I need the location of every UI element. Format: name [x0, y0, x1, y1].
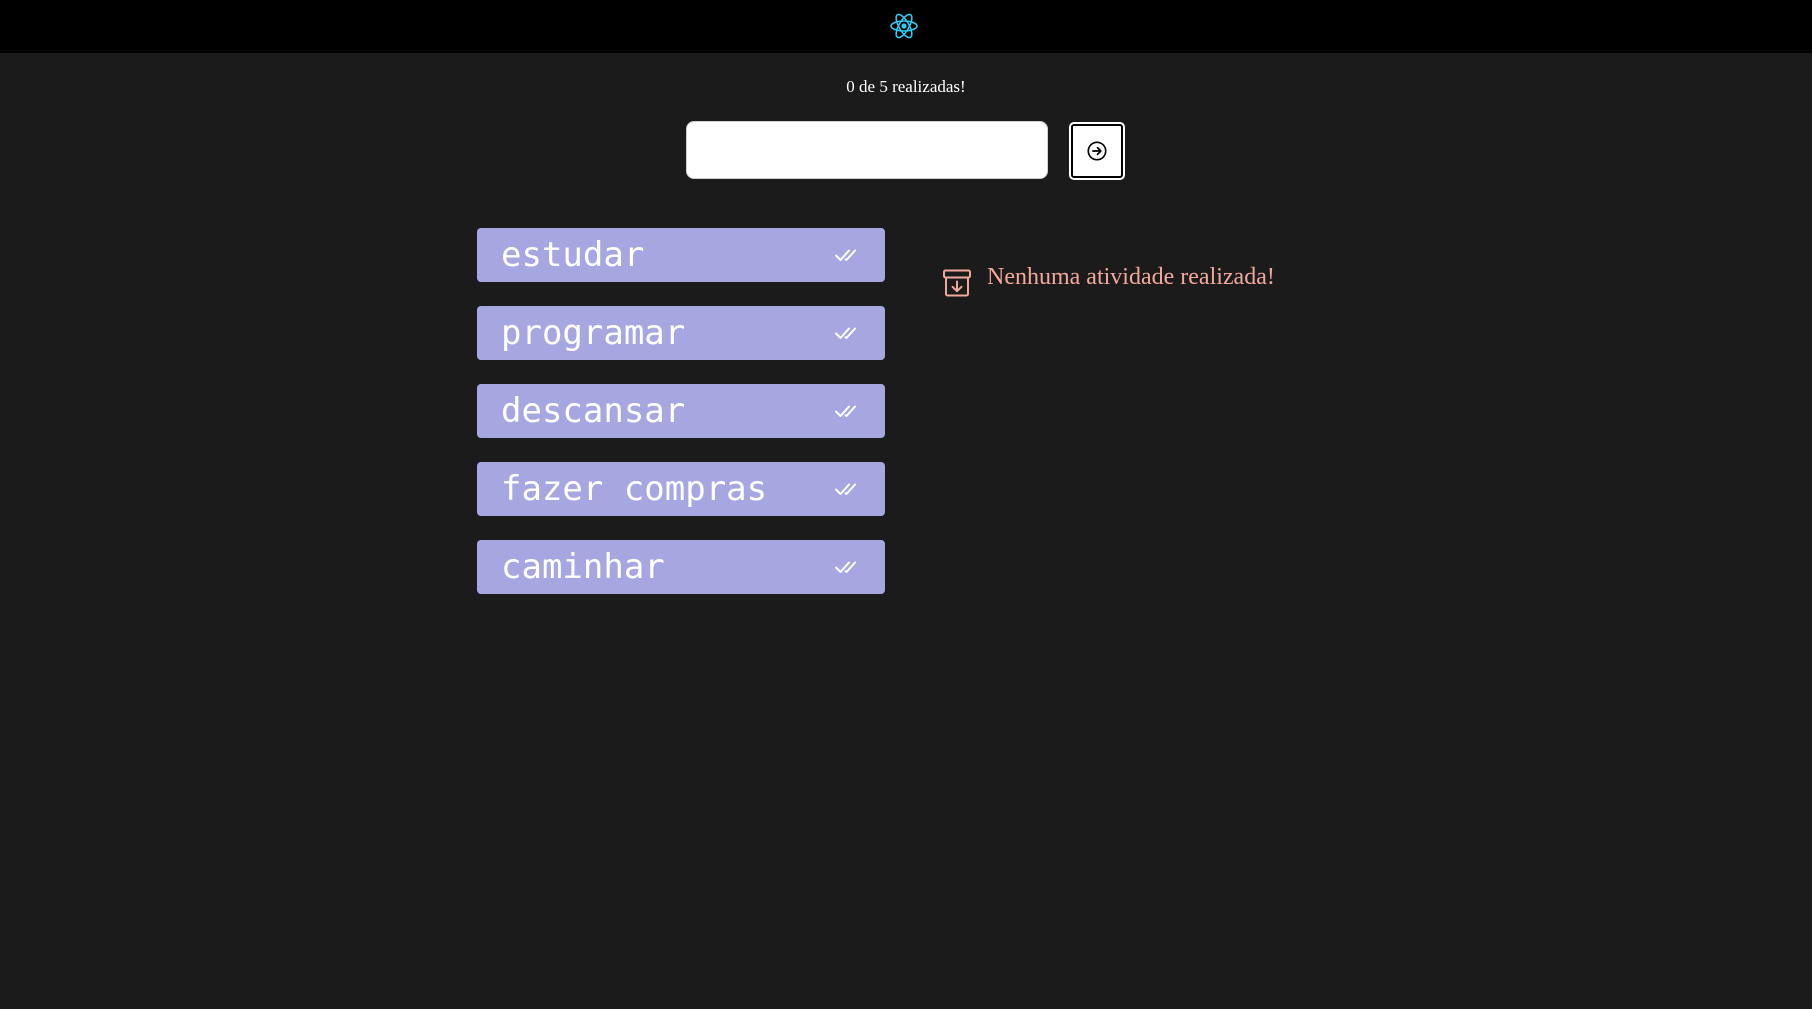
- double-check-icon[interactable]: [835, 404, 861, 418]
- task-label: estudar: [501, 235, 645, 275]
- react-logo-icon: [890, 13, 918, 39]
- archive-download-icon: [943, 269, 971, 297]
- empty-completed-message: Nenhuma atividade realizada!: [987, 264, 1275, 290]
- task-label: descansar: [501, 391, 686, 431]
- double-check-icon[interactable]: [835, 248, 861, 262]
- double-check-icon[interactable]: [835, 482, 861, 496]
- task-label: programar: [501, 313, 686, 353]
- list-item[interactable]: estudar: [477, 228, 885, 282]
- list-item[interactable]: programar: [477, 306, 885, 360]
- task-label: caminhar: [501, 547, 665, 587]
- completed-panel: Nenhuma atividade realizada!: [941, 262, 1275, 299]
- list-item[interactable]: descansar: [477, 384, 885, 438]
- double-check-icon[interactable]: [835, 326, 861, 340]
- arrow-right-circle-icon: [1087, 141, 1107, 161]
- top-bar: [0, 0, 1812, 53]
- list-item[interactable]: caminhar: [477, 540, 885, 594]
- list-item[interactable]: fazer compras: [477, 462, 885, 516]
- task-label: fazer compras: [501, 469, 768, 509]
- add-task-button[interactable]: [1069, 122, 1125, 180]
- task-list: estudar programar descansar fazer compra…: [477, 228, 885, 618]
- new-task-input[interactable]: [686, 121, 1048, 179]
- completed-counter: 0 de 5 realizadas!: [846, 77, 966, 96]
- double-check-icon[interactable]: [835, 560, 861, 574]
